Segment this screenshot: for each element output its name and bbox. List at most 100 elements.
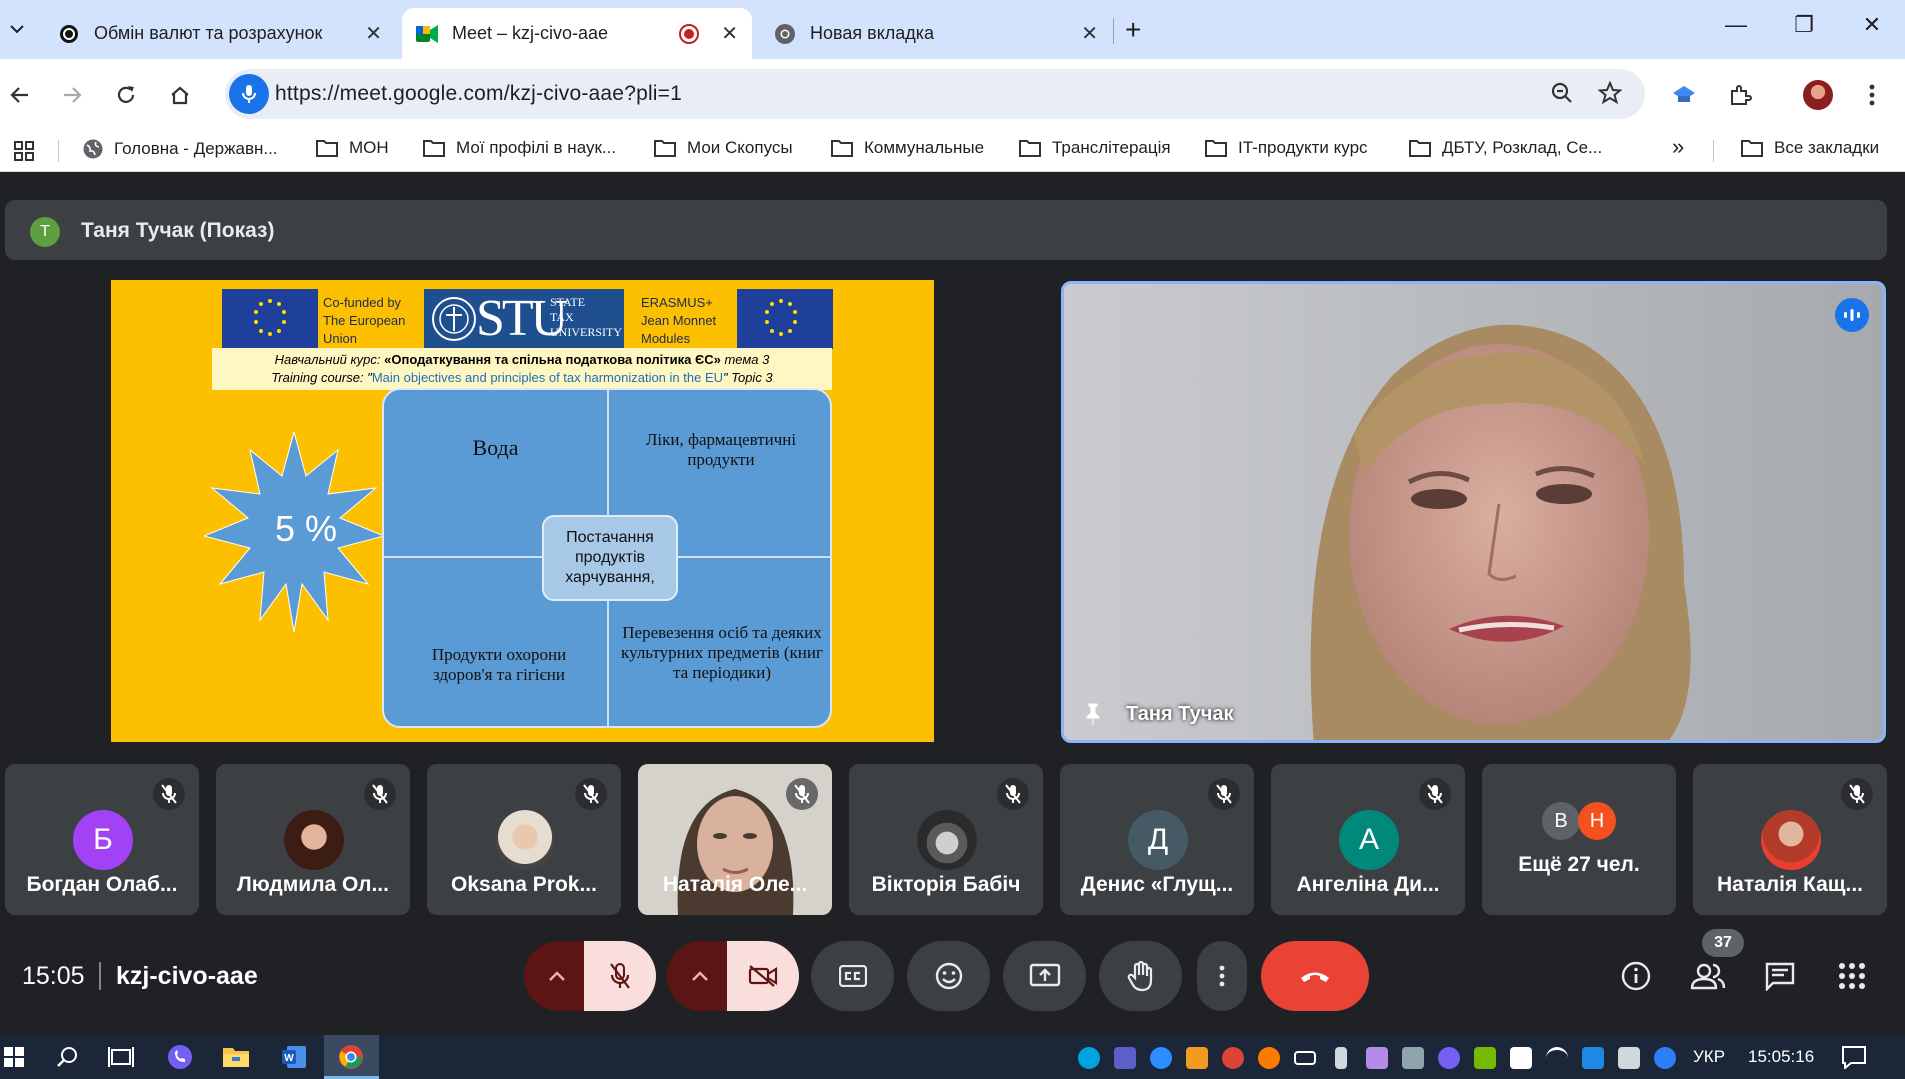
display-tray-icon[interactable] — [1582, 1047, 1604, 1069]
search-icon[interactable] — [54, 1043, 82, 1071]
bookmark-folder[interactable]: Мои Скопусы — [653, 138, 793, 158]
tab-new[interactable]: Новая вкладка ✕ — [760, 8, 1112, 59]
minimize-button[interactable]: — — [1716, 12, 1756, 38]
participant-tile[interactable]: Вікторія Бабіч — [849, 764, 1043, 915]
tab-search-button[interactable] — [0, 12, 34, 46]
eu-flag-logo — [222, 289, 318, 349]
windows-start-icon[interactable] — [0, 1043, 28, 1071]
app-tray-icon[interactable] — [1186, 1047, 1208, 1069]
mic-off-icon — [997, 778, 1029, 810]
audio-options-button[interactable] — [524, 941, 590, 1011]
meeting-code[interactable]: kzj-civo-aae — [116, 962, 258, 991]
tab-close-button[interactable]: ✕ — [721, 21, 738, 46]
microphone-tray-icon[interactable] — [1335, 1047, 1347, 1069]
pen-tray-icon[interactable] — [1366, 1047, 1388, 1069]
chrome-menu-icon[interactable] — [1852, 75, 1892, 115]
new-tab-button[interactable]: + — [1125, 14, 1141, 46]
window-close-button[interactable]: ✕ — [1852, 12, 1892, 38]
bookmark-folder[interactable]: ДБТУ, Розклад, Се... — [1408, 138, 1602, 158]
bookmark-item[interactable]: Головна - Державн... — [82, 138, 278, 160]
chevron-up-icon — [692, 971, 708, 981]
more-options-button[interactable] — [1197, 941, 1247, 1011]
shared-slide[interactable]: Co-funded by The European Union STU STAT… — [111, 280, 934, 742]
tab-currency[interactable]: Обмін валют та розрахунок ✕ — [44, 8, 396, 59]
forward-button[interactable] — [52, 75, 92, 115]
activities-button[interactable] — [1832, 956, 1872, 996]
present-screen-button[interactable] — [1003, 941, 1086, 1011]
stu-caption-line: STATE — [550, 295, 586, 309]
windows-taskbar: W УКР 15:05:16 — [0, 1035, 1905, 1079]
participant-tile-video[interactable]: Наталія Оле... — [638, 764, 832, 915]
camera-tray-icon[interactable] — [1402, 1047, 1424, 1069]
university-seal-icon — [432, 297, 476, 341]
pin-icon[interactable] — [1082, 702, 1104, 731]
zoom-tray-icon[interactable] — [1150, 1047, 1172, 1069]
extension-scholar-icon[interactable] — [1664, 75, 1704, 115]
all-bookmarks-button[interactable]: Все закладки — [1740, 138, 1879, 158]
bookmark-star-icon[interactable] — [1597, 80, 1623, 111]
avast-tray-icon[interactable] — [1258, 1047, 1280, 1069]
meeting-details-button[interactable] — [1616, 956, 1656, 996]
voice-search-button[interactable] — [229, 74, 269, 114]
camera-toggle-button[interactable] — [727, 941, 799, 1011]
participant-tile[interactable]: Людмила Ол... — [216, 764, 410, 915]
notifications-icon[interactable] — [1840, 1043, 1868, 1071]
course-en-title: Main objectives and principles of tax ha… — [371, 370, 723, 385]
teams-tray-icon[interactable] — [1114, 1047, 1136, 1069]
participant-tile[interactable]: Oksana Prok... — [427, 764, 621, 915]
goods-grid: Вода Ліки, фармацевтичні продукти Продук… — [382, 388, 832, 728]
word-icon[interactable]: W — [280, 1043, 308, 1071]
mic-toggle-button[interactable] — [584, 941, 656, 1011]
back-button[interactable] — [0, 75, 40, 115]
task-view-icon[interactable] — [107, 1043, 135, 1071]
reactions-button[interactable] — [907, 941, 990, 1011]
security-shield-icon[interactable] — [1510, 1047, 1532, 1069]
wifi-icon[interactable] — [1546, 1047, 1568, 1069]
leave-call-button[interactable] — [1261, 941, 1369, 1011]
reload-button[interactable] — [106, 75, 146, 115]
nvidia-tray-icon[interactable] — [1474, 1047, 1496, 1069]
video-options-button[interactable] — [667, 941, 733, 1011]
captions-button[interactable] — [811, 941, 894, 1011]
skype-tray-icon[interactable] — [1078, 1047, 1100, 1069]
bookmark-folder[interactable]: МОН — [315, 138, 389, 158]
chrome-tray-icon[interactable] — [1222, 1047, 1244, 1069]
speaker-video[interactable]: Таня Тучак — [1061, 281, 1886, 743]
more-participants-tile[interactable]: В Н Ещё 27 чел. — [1482, 764, 1676, 915]
bluetooth-icon[interactable] — [1654, 1047, 1676, 1069]
url-text[interactable]: https://meet.google.com/kzj-civo-aae?pli… — [275, 82, 682, 106]
bookmark-folder[interactable]: IT-продукти курс — [1204, 138, 1368, 158]
file-explorer-icon[interactable] — [222, 1043, 250, 1071]
tab-close-button[interactable]: ✕ — [365, 21, 382, 46]
participant-tile[interactable]: Д Денис «Глущ... — [1060, 764, 1254, 915]
participant-tile[interactable]: А Ангеліна Ди... — [1271, 764, 1465, 915]
people-button[interactable] — [1688, 956, 1728, 996]
participant-tile[interactable]: Б Богдан Олаб... — [5, 764, 199, 915]
tab-title: Meet – kzj-civo-aae — [452, 23, 609, 43]
bookmark-label: Все закладки — [1774, 138, 1880, 157]
tab-close-button[interactable]: ✕ — [1081, 21, 1098, 46]
home-button[interactable] — [160, 75, 200, 115]
bookmark-folder[interactable]: Мої профілі в наук... — [422, 138, 616, 158]
restore-button[interactable]: ❐ — [1784, 12, 1824, 38]
bookmarks-overflow-button[interactable]: » — [1672, 134, 1684, 160]
taskbar-clock[interactable]: 15:05:16 — [1748, 1047, 1814, 1067]
extensions-puzzle-icon[interactable] — [1720, 75, 1760, 115]
cell-transport: Перевезення осіб та деяких культурних пр… — [621, 623, 823, 682]
battery-icon[interactable] — [1294, 1051, 1316, 1065]
volume-icon[interactable] — [1618, 1047, 1640, 1069]
participant-tile[interactable]: Наталія Кащ... — [1693, 764, 1887, 915]
bookmark-folder[interactable]: Коммунальные — [830, 138, 984, 158]
apps-grid-icon[interactable] — [13, 140, 35, 162]
raise-hand-button[interactable] — [1099, 941, 1182, 1011]
tab-meet[interactable]: Meet – kzj-civo-aae ✕ — [402, 8, 752, 59]
chrome-taskbar-icon[interactable] — [337, 1043, 365, 1071]
address-bar[interactable]: https://meet.google.com/kzj-civo-aae?pli… — [225, 69, 1645, 119]
profile-avatar[interactable] — [1798, 75, 1838, 115]
viber-tray-icon[interactable] — [1438, 1047, 1460, 1069]
zoom-icon[interactable] — [1550, 81, 1574, 111]
language-indicator[interactable]: УКР — [1693, 1047, 1725, 1067]
viber-icon[interactable] — [166, 1043, 194, 1071]
bookmark-folder[interactable]: Транслітерація — [1018, 138, 1171, 158]
chat-button[interactable] — [1760, 956, 1800, 996]
